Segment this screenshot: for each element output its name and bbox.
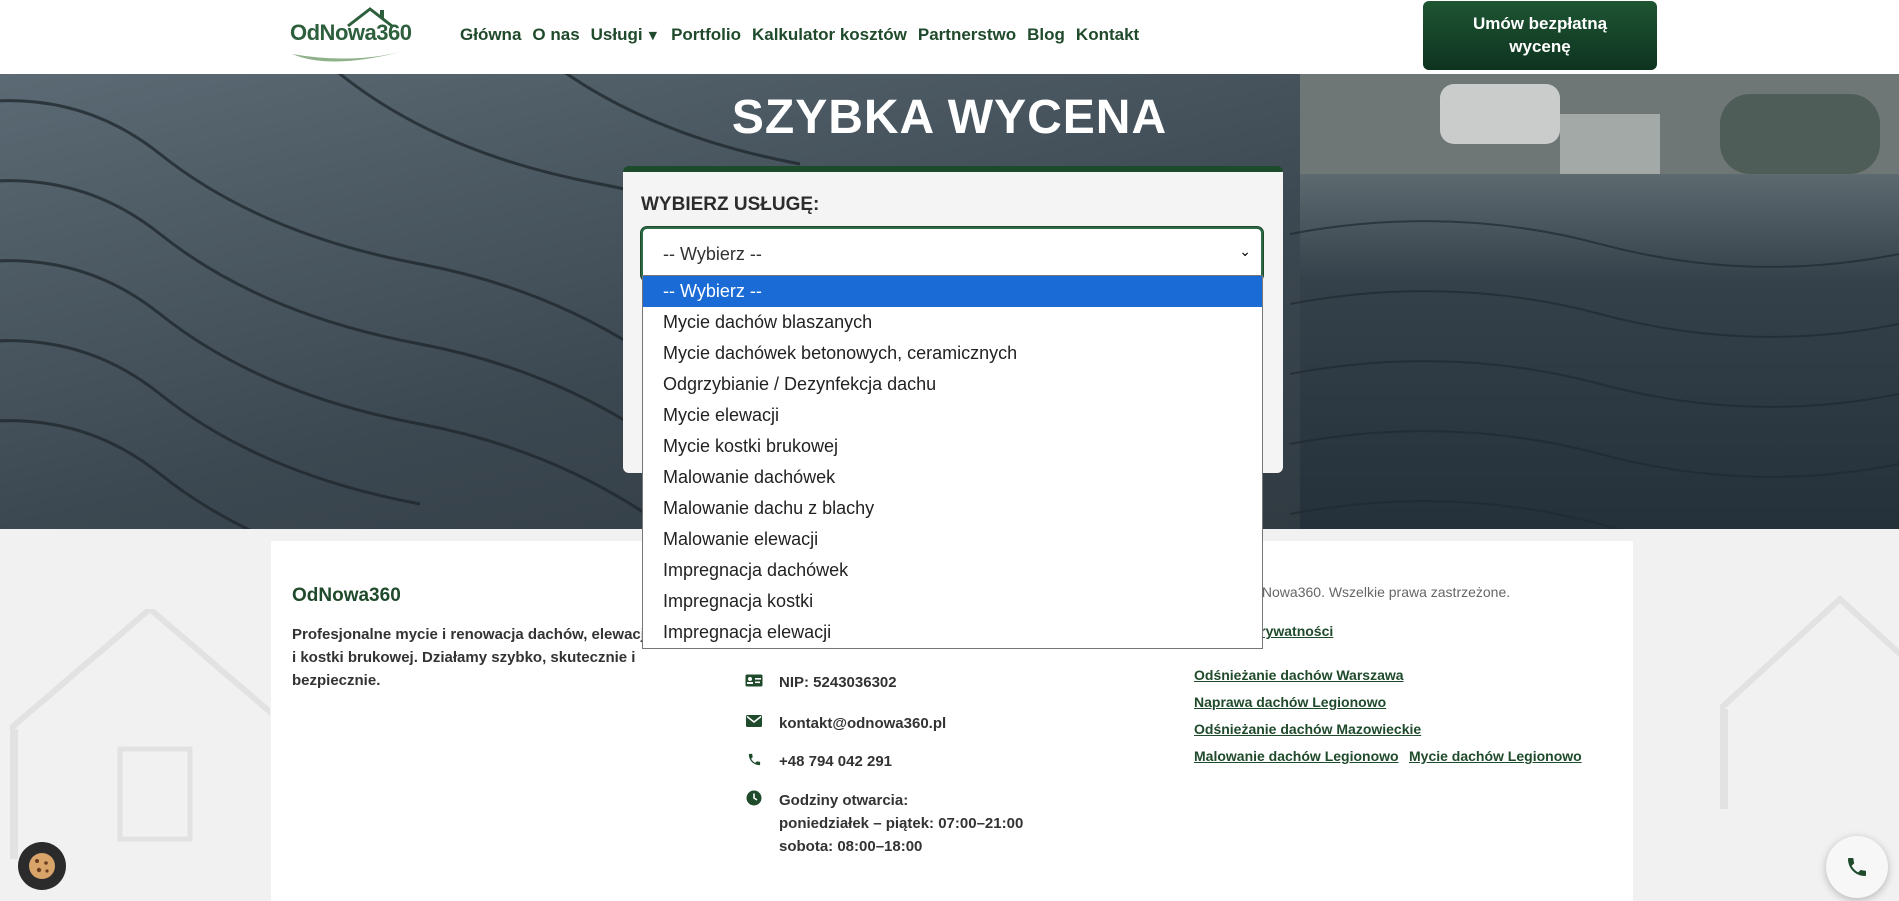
nav-item-glowna[interactable]: Główna [460, 25, 521, 45]
service-select-value: -- Wybierz -- [663, 244, 762, 264]
option-item[interactable]: Malowanie dachu z blachy [643, 493, 1262, 524]
service-select[interactable]: -- Wybierz -- ⌄ [641, 227, 1263, 281]
clock-icon [743, 789, 765, 807]
free-quote-button[interactable]: Umów bezpłatną wycenę [1423, 1, 1657, 70]
option-item[interactable]: -- Wybierz -- [643, 276, 1262, 307]
option-item[interactable]: Odgrzybianie / Dezynfekcja dachu [643, 369, 1262, 400]
envelope-icon [743, 712, 765, 730]
house-outline-decoration [10, 609, 270, 859]
footer-link[interactable]: Naprawa dachów Legionowo [1194, 694, 1386, 710]
logo-text: OdNowa360 [290, 20, 412, 45]
nav-item-blog[interactable]: Blog [1027, 25, 1065, 45]
option-item[interactable]: Malowanie dachówek [643, 462, 1262, 493]
hours-weekday: poniedziałek – piątek: 07:00–21:00 [779, 815, 1024, 832]
footer-email[interactable]: kontakt@odnowa360.pl [743, 712, 946, 735]
site-logo[interactable]: OdNowa360 [290, 6, 412, 64]
site-header: OdNowa360 Główna O nas Usługi ▼ Portfoli… [0, 0, 1899, 74]
cookie-icon [29, 853, 55, 879]
cookie-settings-button[interactable] [18, 842, 66, 890]
nav-item-o-nas[interactable]: O nas [532, 25, 579, 45]
option-item[interactable]: Mycie elewacji [643, 400, 1262, 431]
phone-icon [743, 750, 765, 768]
nav-item-partnerstwo[interactable]: Partnerstwo [918, 25, 1016, 45]
option-item[interactable]: Mycie dachów blaszanych [643, 307, 1262, 338]
nav-item-kontakt[interactable]: Kontakt [1076, 25, 1139, 45]
hours-title: Godziny otwarcia: [779, 792, 909, 809]
nav-item-uslugi[interactable]: Usługi [591, 25, 643, 45]
main-nav: Główna O nas Usługi ▼ Portfolio Kalkulat… [460, 25, 1150, 45]
service-select-label: WYBIERZ USŁUGĘ: [641, 194, 820, 215]
footer-brand: OdNowa360 [292, 585, 401, 606]
page-title: SZYBKA WYCENA [731, 91, 1168, 144]
nav-item-kalkulator[interactable]: Kalkulator kosztów [752, 25, 907, 45]
option-item[interactable]: Mycie dachówek betonowych, ceramicznych [643, 338, 1262, 369]
footer-link[interactable]: Mycie dachów Legionowo [1409, 748, 1582, 764]
option-item[interactable]: Impregnacja dachówek [643, 555, 1262, 586]
footer-phone[interactable]: +48 794 042 291 [743, 750, 892, 773]
service-options-list: -- Wybierz -- Mycie dachów blaszanych My… [642, 275, 1263, 649]
option-item[interactable]: Mycie kostki brukowej [643, 431, 1262, 462]
nav-item-portfolio[interactable]: Portfolio [671, 25, 741, 45]
footer-nip: NIP: 5243036302 [743, 671, 897, 694]
footer-link[interactable]: Malowanie dachów Legionowo [1194, 748, 1399, 764]
chevron-down-icon[interactable]: ▼ [649, 29, 657, 42]
option-item[interactable]: Malowanie elewacji [643, 524, 1262, 555]
house-outline-decoration [1720, 594, 1899, 809]
footer-link[interactable]: Odśnieżanie dachów Warszawa [1194, 667, 1404, 683]
footer-hours: Godziny otwarcia: poniedziałek – piątek:… [743, 789, 1023, 858]
option-item[interactable]: Impregnacja kostki [643, 586, 1262, 617]
footer-link[interactable]: Odśnieżanie dachów Mazowieckie [1194, 721, 1421, 737]
call-button[interactable] [1826, 836, 1888, 898]
chevron-down-icon: ⌄ [1239, 244, 1251, 260]
footer-description: Profesjonalne mycie i renowacja dachów, … [292, 626, 650, 689]
logo-swoosh-icon [292, 52, 400, 62]
hours-saturday: sobota: 08:00–18:00 [779, 838, 923, 855]
phone-icon [1848, 858, 1866, 876]
id-card-icon [743, 671, 765, 689]
option-item[interactable]: Impregnacja elewacji [643, 617, 1262, 648]
